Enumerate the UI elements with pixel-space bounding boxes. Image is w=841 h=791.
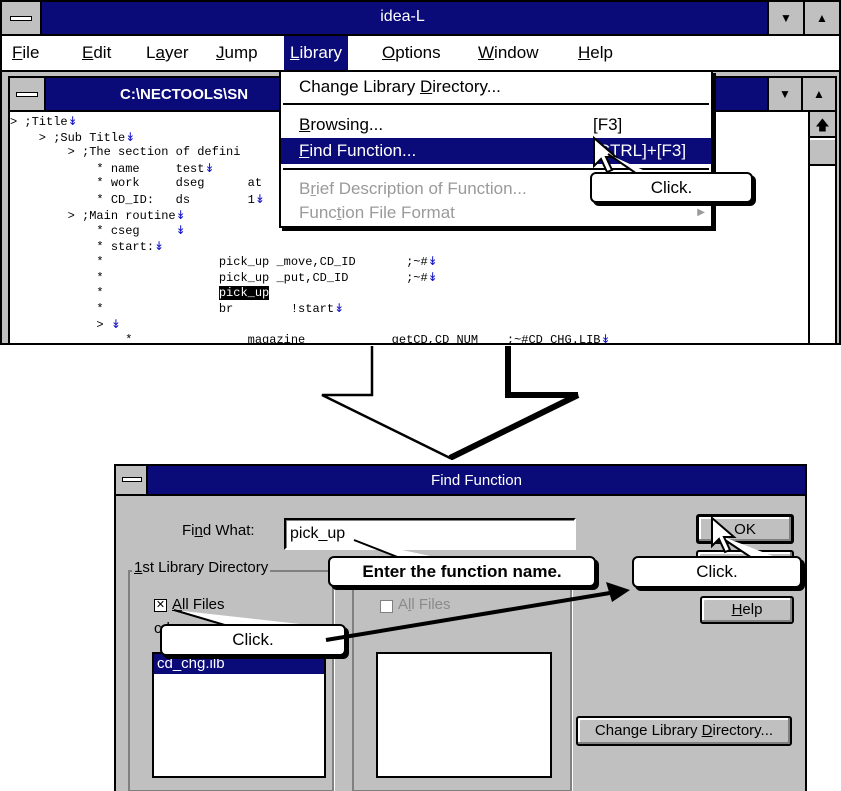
- library-file-list[interactable]: cd_chg.ilb: [152, 652, 326, 778]
- menu-jump[interactable]: Jump: [210, 36, 264, 70]
- find-what-label: Find What:: [182, 522, 255, 539]
- code-line: * pick_up _move,CD_ID ;~#↡: [10, 254, 438, 270]
- scroll-up-icon[interactable]: 🡅: [810, 112, 835, 138]
- menu-options[interactable]: Options: [376, 36, 447, 70]
- scroll-thumb[interactable]: [810, 140, 835, 166]
- vertical-scrollbar[interactable]: 🡅: [808, 112, 835, 343]
- menu-separator: [283, 103, 709, 105]
- browsing-shortcut: [F3]: [593, 115, 623, 134]
- callout-click-find-function: Click.: [590, 172, 753, 203]
- code-line: * br !start↡: [10, 301, 345, 317]
- menu-item-browsing[interactable]: Browsing... [F3]: [281, 112, 711, 138]
- list-item[interactable]: cd_chg.ilb: [154, 654, 324, 674]
- menu-file[interactable]: File: [6, 36, 45, 70]
- line-break-arrow-icon: ↡: [125, 129, 136, 144]
- menu-item-change-library-directory[interactable]: Change Library Directory...: [281, 74, 711, 100]
- document-maximize-icon[interactable]: ▲: [801, 78, 835, 110]
- app-titlebar: idea-L ▼ ▲: [2, 2, 839, 36]
- dialog-titlebar: Find Function: [116, 466, 805, 496]
- code-line: * start:↡: [10, 238, 165, 254]
- line-break-arrow-icon: ↡: [427, 254, 438, 269]
- code-line: * pick_up: [10, 285, 270, 300]
- line-break-arrow-icon: ↡: [110, 316, 121, 331]
- mouse-pointer-icon: [711, 516, 737, 554]
- menu-edit[interactable]: Edit: [76, 36, 117, 70]
- library-directory-group-label: 1st Library Directory: [132, 559, 271, 576]
- change-library-directory-button[interactable]: Change Library Directory...: [576, 716, 792, 746]
- system-menu-icon[interactable]: [2, 2, 42, 34]
- line-break-arrow-icon: ↡: [175, 223, 186, 238]
- line-break-arrow-icon: ↡: [67, 114, 78, 128]
- menu-bar: File Edit Layer Jump Library Options Win…: [2, 36, 839, 72]
- maximize-icon[interactable]: ▲: [803, 2, 839, 34]
- document-system-menu-icon[interactable]: [10, 78, 46, 110]
- line-break-arrow-icon: ↡: [600, 332, 611, 345]
- menu-layer[interactable]: Layer: [140, 36, 195, 70]
- line-break-arrow-icon: ↡: [427, 270, 438, 284]
- code-line: * pick_up _put,CD_ID ;~#↡: [10, 270, 438, 285]
- document-minimize-icon[interactable]: ▼: [767, 78, 801, 110]
- code-line: * work dseg at: [10, 176, 263, 191]
- app-title: idea-L: [380, 8, 425, 25]
- callout-click-all-files: Click.: [160, 624, 346, 656]
- menu-help[interactable]: Help: [572, 36, 619, 70]
- help-button[interactable]: Help: [700, 596, 794, 624]
- code-line: * name test↡: [10, 160, 215, 176]
- down-arrow-icon: [321, 346, 580, 460]
- code-line: * CD_ID: ds 1↡: [10, 192, 265, 207]
- all-files-checkbox[interactable]: ✕: [154, 599, 167, 612]
- connector-arrow-icon: [325, 582, 630, 642]
- code-line: * cseg ↡: [10, 223, 186, 239]
- line-break-arrow-icon: ↡: [154, 238, 165, 253]
- code-line: > ;Title↡: [10, 114, 78, 129]
- submenu-arrow-icon: ▶: [697, 207, 705, 218]
- document-title: C:\NECTOOLS\SN: [120, 86, 249, 103]
- line-break-arrow-icon: ↡: [254, 192, 265, 206]
- menu-library[interactable]: Library: [284, 36, 348, 70]
- line-break-arrow-icon: ↡: [204, 160, 215, 175]
- dialog-system-menu-icon[interactable]: [116, 466, 148, 494]
- dialog-title: Find Function: [431, 472, 522, 489]
- second-file-list[interactable]: [376, 652, 552, 778]
- code-line: > ↡: [10, 316, 121, 332]
- menu-item-function-file-format[interactable]: Function File Format ▶: [281, 200, 711, 226]
- line-break-arrow-icon: ↡: [334, 301, 345, 316]
- code-line: * magazine getCD,CD_NUM ;~#CD_CHG.LIB↡: [10, 332, 611, 345]
- menu-window[interactable]: Window: [472, 36, 544, 70]
- library-dropdown-menu: Change Library Directory... Browsing... …: [279, 70, 713, 228]
- selected-text[interactable]: pick_up: [218, 285, 270, 300]
- minimize-icon[interactable]: ▼: [767, 2, 803, 34]
- code-line: > ;The section of defini: [10, 145, 241, 160]
- code-line: > ;Sub Title↡: [10, 129, 136, 145]
- callout-click-ok: Click.: [632, 556, 802, 588]
- line-break-arrow-icon: ↡: [175, 207, 186, 222]
- code-line: > ;Main routine↡: [10, 207, 186, 223]
